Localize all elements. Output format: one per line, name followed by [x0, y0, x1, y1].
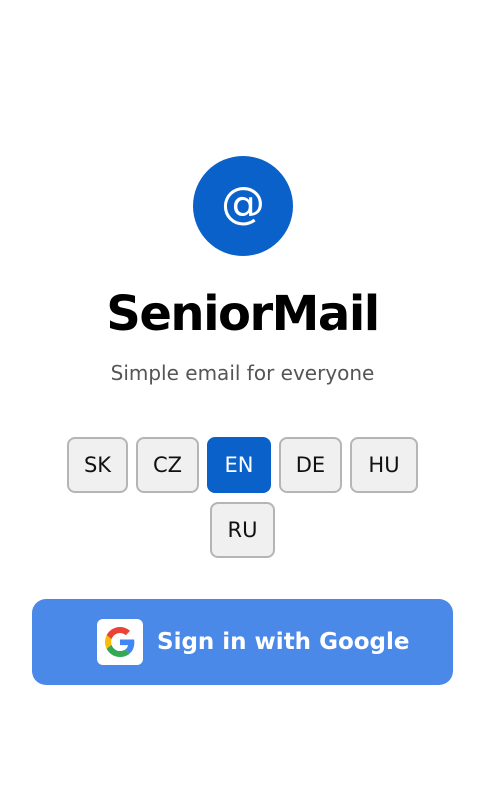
google-g-icon: [105, 627, 135, 657]
language-button-cz[interactable]: CZ: [136, 437, 199, 493]
sign-in-with-google-button[interactable]: Sign in with Google: [32, 599, 453, 685]
at-symbol-icon: @: [221, 178, 265, 229]
app-subtitle: Simple email for everyone: [110, 361, 375, 385]
language-button-en[interactable]: EN: [207, 437, 271, 493]
app-title: SeniorMail: [106, 286, 380, 342]
language-button-ru[interactable]: RU: [210, 502, 275, 558]
sign-in-with-google-label: Sign in with Google: [157, 629, 410, 655]
app-logo: @: [193, 156, 293, 256]
language-button-hu[interactable]: HU: [350, 437, 418, 493]
language-button-sk[interactable]: SK: [67, 437, 128, 493]
google-icon-container: [97, 619, 143, 665]
language-button-de[interactable]: DE: [279, 437, 342, 493]
login-screen: @ SeniorMail Simple email for everyone S…: [0, 0, 485, 800]
